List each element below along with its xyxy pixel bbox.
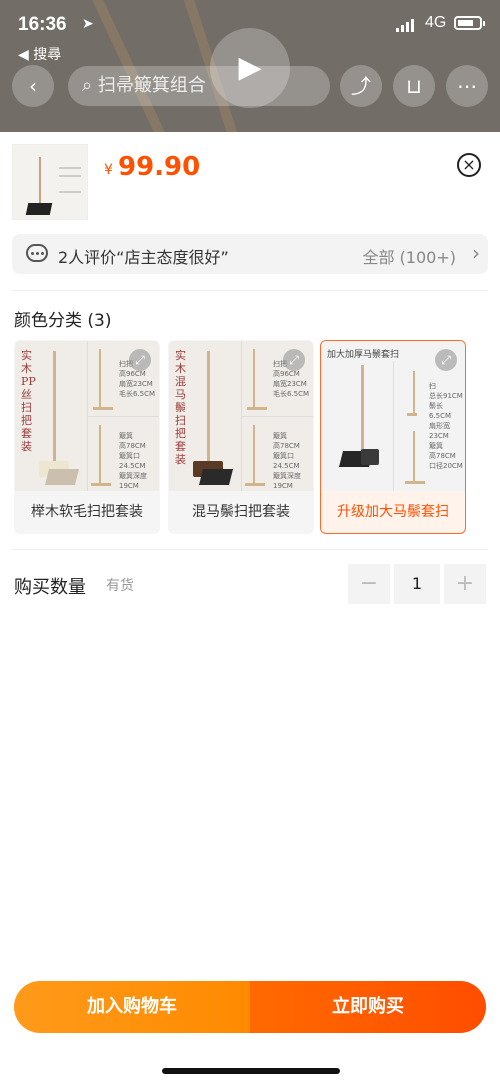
cart-icon[interactable]: ⊔: [393, 65, 435, 107]
quantity-label: 购买数量: [14, 577, 86, 598]
zoom-icon[interactable]: ⤢: [283, 349, 305, 371]
variant-image-text: 实木混马鬃扫把套装: [175, 349, 186, 466]
variant-label: 混马鬃扫把套装: [192, 504, 290, 520]
battery-icon: [454, 16, 485, 30]
divider: [12, 549, 488, 550]
variant-section-title: 颜色分类 (3): [14, 311, 112, 331]
search-icon: ⌕: [82, 75, 93, 96]
zoom-icon[interactable]: ⤢: [435, 349, 457, 371]
price-currency: ¥: [104, 162, 113, 178]
status-time: 16:36: [18, 14, 67, 35]
back-icon[interactable]: ‹: [12, 65, 54, 107]
add-to-cart-button[interactable]: 加入购物车: [14, 981, 250, 1033]
variant-option[interactable]: 实木PP丝扫把套装 扫把 高96CM 扇宽23CM 毛长6.5CM 簸箕 高78CM 簸箕…: [14, 340, 160, 534]
zoom-icon[interactable]: ⤢: [129, 349, 151, 371]
signal-icon: [396, 18, 416, 32]
review-all-link[interactable]: 全部 (100+): [362, 244, 456, 268]
chat-bubble-icon: [26, 244, 48, 262]
buy-now-button[interactable]: 立即购买: [250, 981, 486, 1033]
stock-status: 有货: [106, 578, 134, 594]
variant-image-text: 实木PP丝扫把套装: [21, 349, 36, 453]
share-icon[interactable]: ⤴: [340, 65, 382, 107]
close-icon[interactable]: ×: [457, 153, 481, 177]
product-thumbnail[interactable]: [12, 144, 88, 220]
sku-sheet: ¥ 99.90 × 2人评价“店主态度很好” 全部 (100+) › 颜色分类 …: [0, 132, 500, 1083]
chevron-right-icon: ›: [472, 241, 480, 265]
divider: [12, 290, 488, 291]
play-icon[interactable]: ▶: [210, 28, 290, 108]
variant-label: 榉木软毛扫把套装: [31, 504, 143, 520]
more-icon[interactable]: ⋯: [446, 65, 488, 107]
location-arrow-icon: ➤: [82, 16, 94, 32]
variant-image: 实木混马鬃扫把套装 扫把 高96CM 扇宽23CM 毛长6.5CM 簸箕 高78CM 簸箕…: [169, 341, 313, 491]
home-indicator[interactable]: [162, 1068, 340, 1074]
review-bar[interactable]: 2人评价“店主态度很好” 全部 (100+) ›: [12, 234, 488, 274]
search-input[interactable]: ⌕ 扫帚簸箕组合: [68, 66, 330, 106]
increase-button[interactable]: +: [444, 564, 486, 604]
variant-image: 加大加厚马鬃套扫 扫总长91CM 鬃长6.5CM 扇形宽23CM 簸箕 高78CM 口径…: [321, 341, 465, 491]
review-summary: 2人评价“店主态度很好”: [58, 248, 229, 267]
variant-option-selected[interactable]: 加大加厚马鬃套扫 扫总长91CM 鬃长6.5CM 扇形宽23CM 簸箕 高78CM 口径…: [320, 340, 466, 534]
back-to-app-link[interactable]: ◀ 搜尋: [18, 44, 61, 64]
variant-option[interactable]: 实木混马鬃扫把套装 扫把 高96CM 扇宽23CM 毛长6.5CM 簸箕 高78CM 簸箕…: [168, 340, 314, 534]
decrease-button[interactable]: −: [348, 564, 390, 604]
quantity-stepper: − 1 +: [348, 564, 486, 604]
variant-image-text: 加大加厚马鬃套扫: [327, 350, 400, 360]
variant-image: 实木PP丝扫把套装 扫把 高96CM 扇宽23CM 毛长6.5CM 簸箕 高78CM 簸箕…: [15, 341, 159, 491]
price: 99.90: [118, 152, 201, 182]
variant-label: 升级加大马鬃套扫: [337, 504, 449, 520]
network-type: 4G: [425, 14, 447, 31]
quantity-input[interactable]: 1: [394, 564, 440, 604]
search-placeholder: 扫帚簸箕组合: [97, 75, 206, 96]
